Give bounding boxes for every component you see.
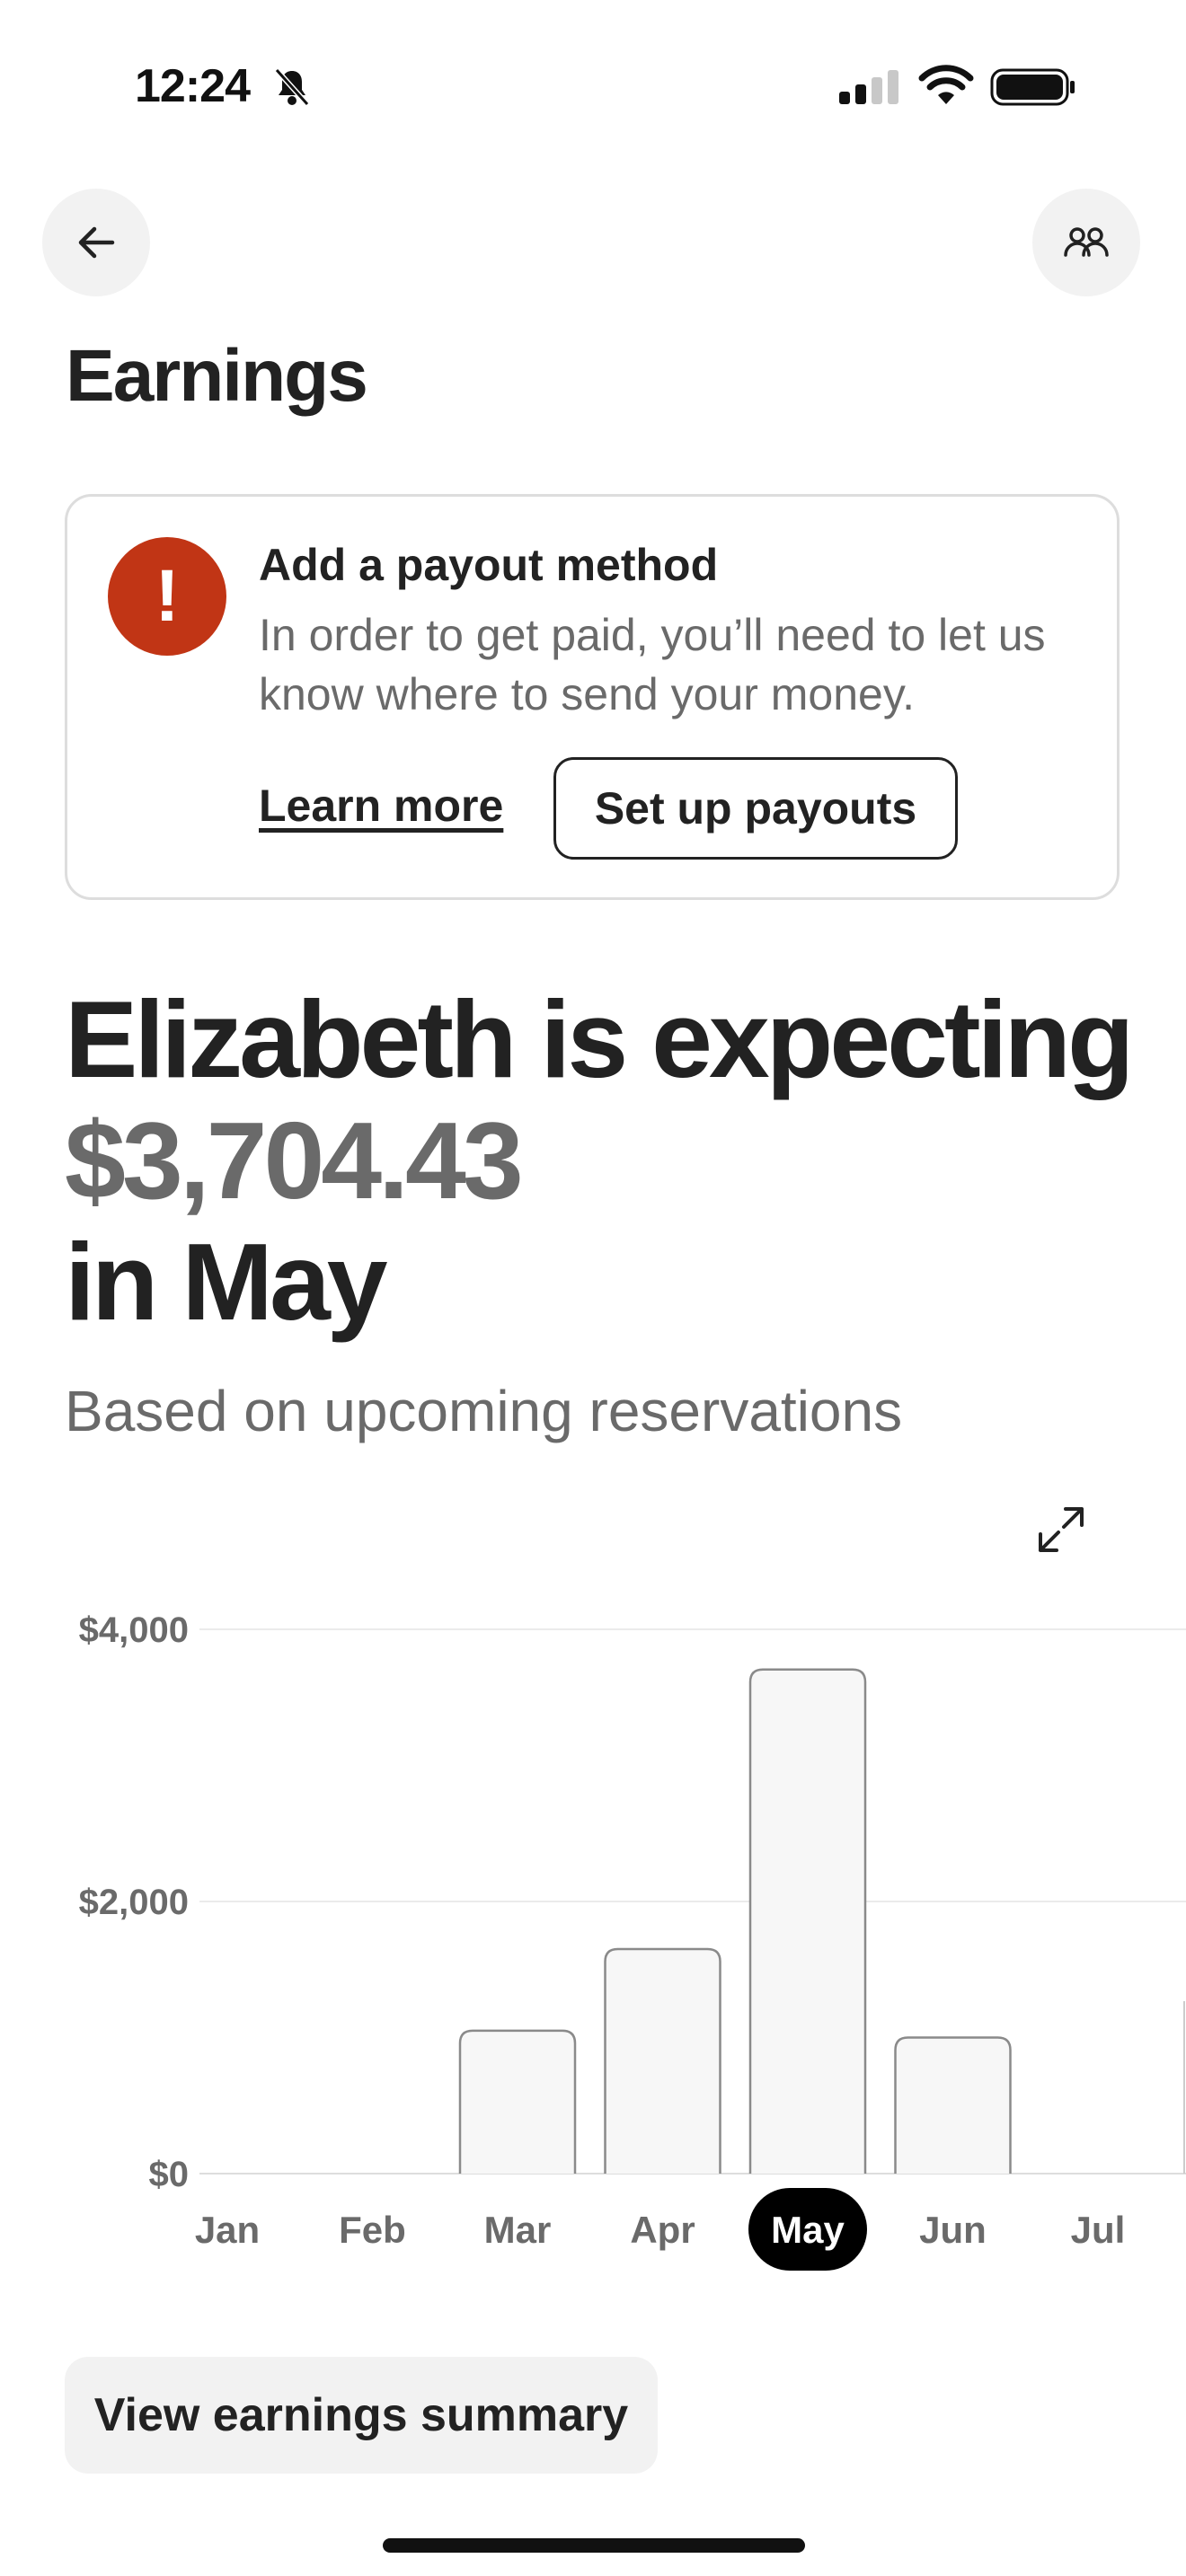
arrow-left-icon bbox=[78, 226, 115, 259]
expected-amount: $3,704.43 bbox=[65, 1099, 524, 1222]
y-tick-label: $4,000 bbox=[79, 1610, 189, 1650]
payout-card-body: In order to get paid, you’ll need to let… bbox=[259, 610, 1046, 719]
month-label-apr[interactable]: Apr bbox=[630, 2209, 695, 2251]
bar-may[interactable] bbox=[748, 1668, 867, 2174]
y-tick-label: $0 bbox=[149, 2155, 190, 2194]
exclamation-icon: ! bbox=[108, 537, 226, 656]
cellular-signal-icon bbox=[839, 70, 898, 104]
wifi-icon bbox=[918, 65, 974, 104]
set-up-payouts-button[interactable]: Set up payouts bbox=[553, 757, 958, 860]
expected-month: in May bbox=[65, 1221, 388, 1343]
payout-card-title: Add a payout method bbox=[259, 540, 719, 590]
month-label-feb[interactable]: Feb bbox=[339, 2209, 406, 2251]
month-label-jan[interactable]: Jan bbox=[195, 2209, 260, 2251]
y-tick-label: $2,000 bbox=[79, 1883, 189, 1922]
month-label-mar[interactable]: Mar bbox=[484, 2209, 552, 2251]
month-label-may[interactable]: May bbox=[771, 2209, 845, 2251]
expecting-subtitle: Based on upcoming reservations bbox=[65, 1379, 903, 1443]
page-title: Earnings bbox=[66, 335, 368, 417]
bar-apr[interactable] bbox=[604, 1947, 721, 2174]
bell-off-icon bbox=[274, 67, 310, 107]
people-icon bbox=[1064, 227, 1109, 257]
view-earnings-summary-button[interactable]: View earnings summary bbox=[65, 2357, 658, 2474]
home-indicator bbox=[383, 2538, 805, 2553]
month-label-jul[interactable]: Jul bbox=[1071, 2209, 1126, 2251]
back-button[interactable] bbox=[42, 189, 150, 296]
battery-icon bbox=[990, 68, 1075, 106]
month-label-jun[interactable]: Jun bbox=[919, 2209, 987, 2251]
bar-mar[interactable] bbox=[458, 2029, 577, 2174]
learn-more-link[interactable]: Learn more bbox=[259, 780, 503, 832]
status-time: 12:24 bbox=[135, 60, 251, 112]
bar-jun[interactable] bbox=[894, 2036, 1012, 2175]
expecting-headline: Elizabeth is expecting bbox=[65, 978, 1135, 1100]
expand-icon[interactable] bbox=[1033, 1502, 1089, 1557]
team-button[interactable] bbox=[1032, 189, 1140, 296]
earnings-chart: $4,000 $2,000 $0Jan Feb Mar Apr May Jun Jul bbox=[79, 1610, 1186, 2271]
